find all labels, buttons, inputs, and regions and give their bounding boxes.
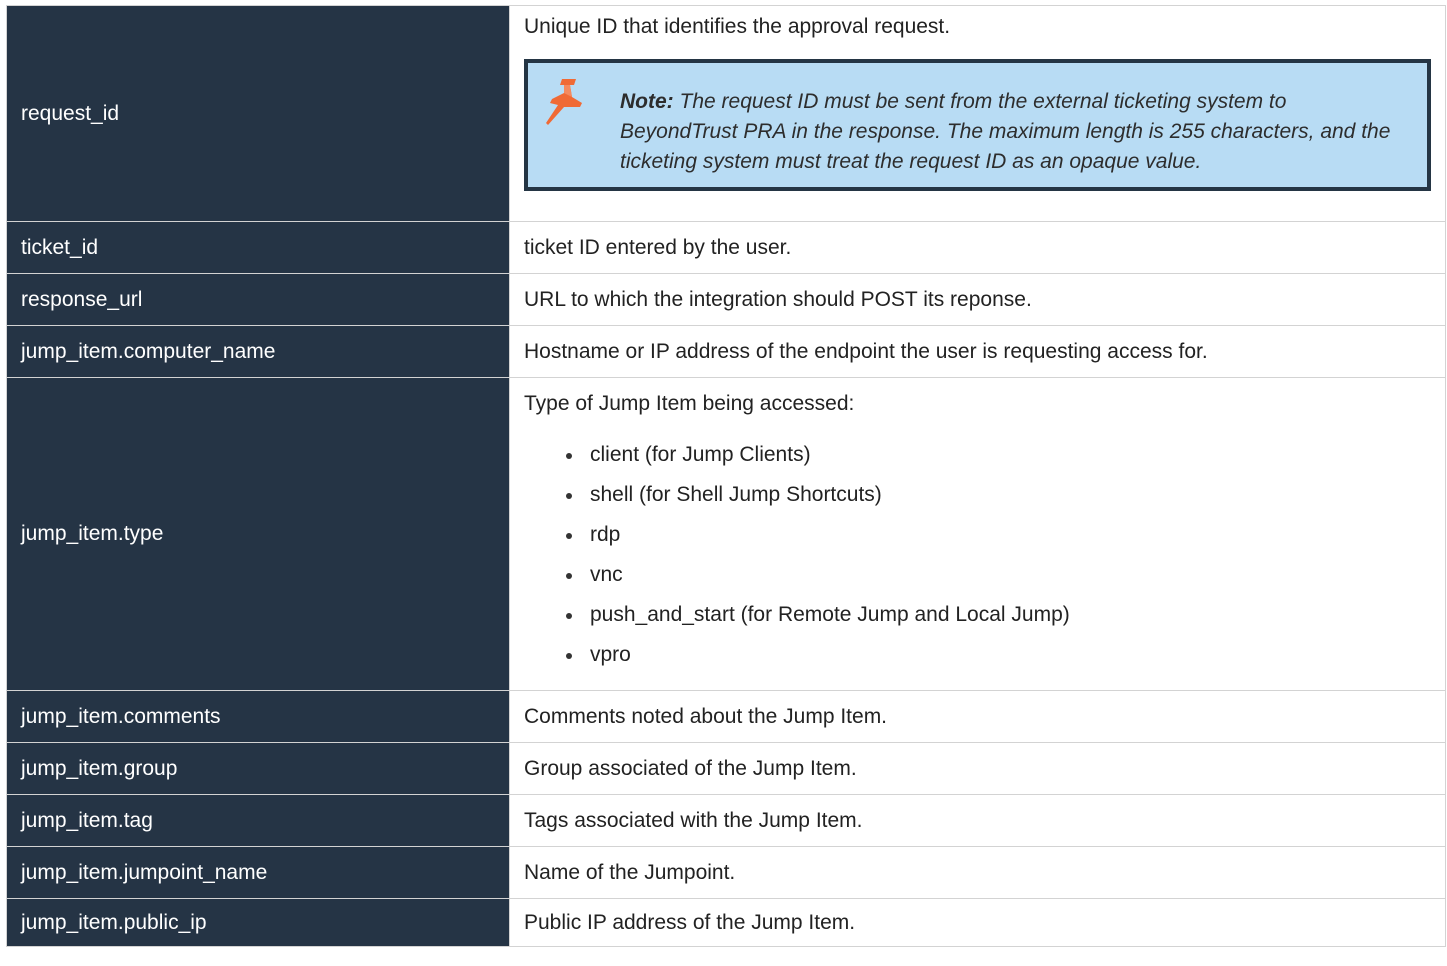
note-text: Note: The request ID must be sent from t… [620,87,1407,177]
note-box: Note: The request ID must be sent from t… [524,59,1431,191]
table-row: jump_item.tag Tags associated with the J… [6,794,1446,847]
param-description: Name of the Jumpoint. [509,846,1446,899]
param-name: jump_item.group [6,742,510,795]
param-description: Group associated of the Jump Item. [509,742,1446,795]
param-description: Type of Jump Item being accessed: [524,392,855,415]
table-row: jump_item.type Type of Jump Item being a… [6,377,1446,691]
table-row: jump_item.group Group associated of the … [6,742,1446,795]
list-item: vnc [566,555,1431,595]
param-description-cell: Unique ID that identifies the approval r… [509,5,1446,222]
table-row: jump_item.computer_name Hostname or IP a… [6,325,1446,378]
note-label: Note: [620,90,674,113]
table-row: jump_item.public_ip Public IP address of… [6,898,1446,947]
pushpin-icon [546,79,582,125]
param-name: jump_item.comments [6,690,510,743]
param-description: Unique ID that identifies the approval r… [524,15,951,38]
param-name: response_url [6,273,510,326]
param-name: jump_item.public_ip [6,898,510,947]
param-name: request_id [6,5,510,222]
param-description: Comments noted about the Jump Item. [509,690,1446,743]
param-name: jump_item.jumpoint_name [6,846,510,899]
list-item: vpro [566,635,1431,675]
list-item: shell (for Shell Jump Shortcuts) [566,475,1431,515]
jump-item-type-list: client (for Jump Clients) shell (for She… [524,435,1431,675]
param-name: jump_item.type [6,377,510,691]
param-description: Hostname or IP address of the endpoint t… [509,325,1446,378]
param-description: Tags associated with the Jump Item. [509,794,1446,847]
note-body: The request ID must be sent from the ext… [620,90,1391,173]
parameter-table: request_id Unique ID that identifies the… [6,5,1446,947]
table-row: jump_item.comments Comments noted about … [6,690,1446,743]
param-name: jump_item.computer_name [6,325,510,378]
table-row: jump_item.jumpoint_name Name of the Jump… [6,846,1446,899]
table-row: request_id Unique ID that identifies the… [6,5,1446,222]
param-description: URL to which the integration should POST… [509,273,1446,326]
param-description: ticket ID entered by the user. [509,221,1446,274]
list-item: rdp [566,515,1431,555]
table-row: ticket_id ticket ID entered by the user. [6,221,1446,274]
list-item: push_and_start (for Remote Jump and Loca… [566,595,1431,635]
list-item: client (for Jump Clients) [566,435,1431,475]
param-description-cell: Type of Jump Item being accessed: client… [509,377,1446,691]
param-name: ticket_id [6,221,510,274]
table-row: response_url URL to which the integratio… [6,273,1446,326]
param-description: Public IP address of the Jump Item. [509,898,1446,947]
param-name: jump_item.tag [6,794,510,847]
